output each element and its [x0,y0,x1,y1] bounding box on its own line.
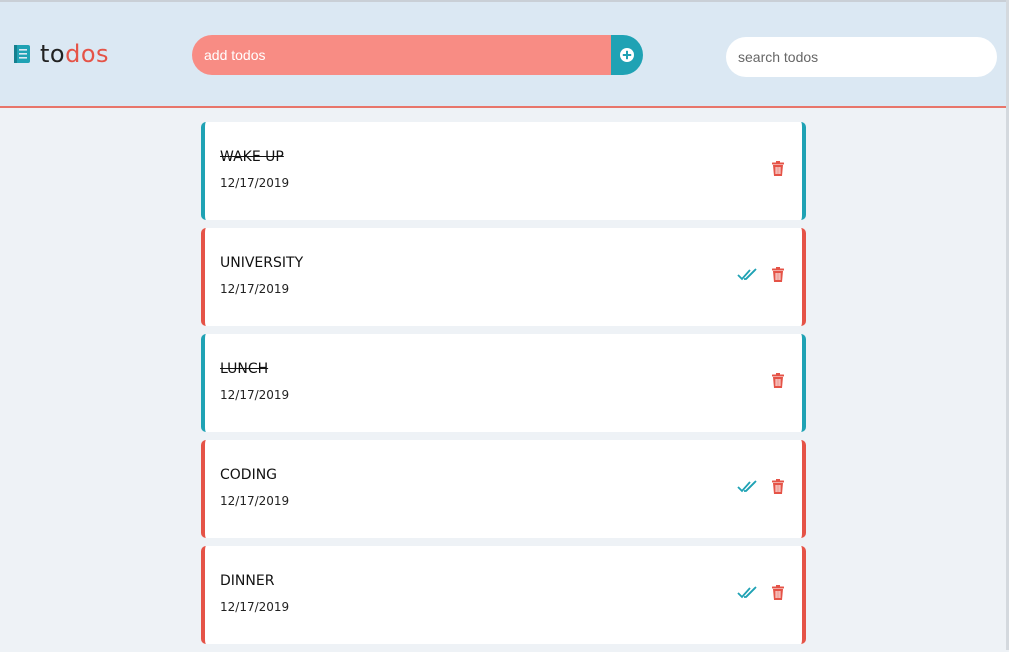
trash-icon [772,478,784,494]
brand-name-part2: dos [65,40,110,68]
todo-title: WAKE UP [220,149,284,165]
double-check-icon [737,480,757,493]
delete-todo-button[interactable] [771,477,785,495]
todo-title: CODING [220,467,278,483]
brand-name: todos [40,39,109,69]
complete-todo-button[interactable] [737,582,759,604]
trash-icon [772,584,784,600]
todo-date: 12/17/2019 [220,176,290,190]
complete-todo-button[interactable] [737,476,759,498]
todo-list: WAKE UP 12/17/2019 UNIVERSITY 12/17/2019 LUN… [201,122,806,652]
trash-icon [772,266,784,282]
delete-todo-button[interactable] [771,371,785,389]
double-check-icon [737,268,757,281]
todo-date: 12/17/2019 [220,494,290,508]
brand-logo: todos [12,39,109,69]
add-todo-input[interactable] [192,35,611,75]
todo-item: CODING 12/17/2019 [201,440,806,538]
todo-date: 12/17/2019 [220,282,290,296]
trash-icon [772,160,784,176]
delete-todo-button[interactable] [771,265,785,283]
trash-icon [772,372,784,388]
todo-title: UNIVERSITY [220,255,304,271]
todo-title: DINNER [220,573,275,589]
add-todo-button[interactable] [611,35,643,75]
book-icon [14,45,30,63]
double-check-icon [737,586,757,599]
delete-todo-button[interactable] [771,159,785,177]
delete-todo-button[interactable] [771,583,785,601]
app-header: todos [0,2,1006,108]
todo-item: WAKE UP 12/17/2019 [201,122,806,220]
todo-date: 12/17/2019 [220,388,290,402]
complete-todo-button[interactable] [737,264,759,286]
add-todo-form [192,35,643,75]
search-input[interactable] [726,37,997,77]
todo-title: LUNCH [220,361,269,377]
todo-item: UNIVERSITY 12/17/2019 [201,228,806,326]
todo-item: LUNCH 12/17/2019 [201,334,806,432]
plus-circle-icon [620,48,634,62]
todo-date: 12/17/2019 [220,600,290,614]
todo-item: DINNER 12/17/2019 [201,546,806,644]
brand-name-part1: to [40,40,66,68]
